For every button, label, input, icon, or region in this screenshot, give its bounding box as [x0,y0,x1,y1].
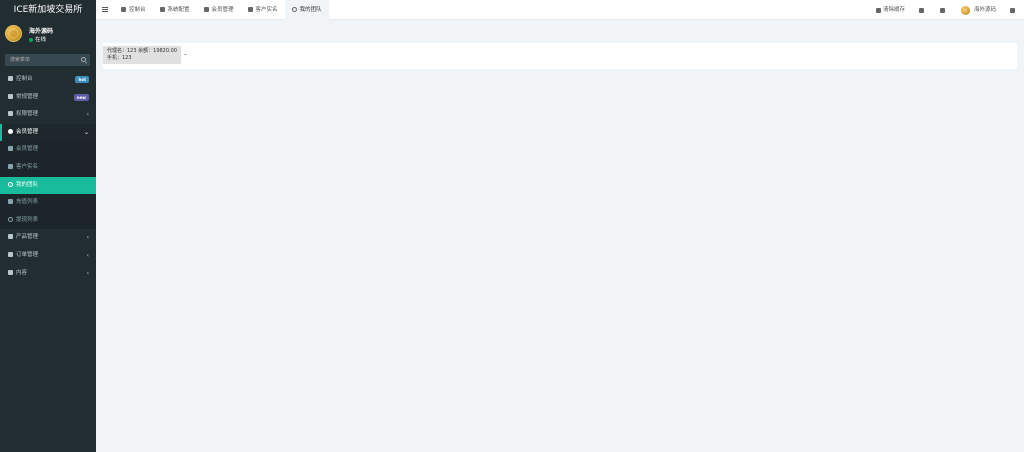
online-dot-icon [29,37,33,42]
sidebar-item-label: 常规管理 [16,93,39,100]
circle-icon [8,181,13,187]
sidebar-item-label: 会员管理 [16,128,39,135]
sidebar-item-general[interactable]: 常规管理 new [0,89,96,107]
user-icon [8,163,13,169]
circle-icon [8,216,13,222]
sidebar-item-orders[interactable]: 订单管理 ‹ [0,247,96,265]
sidebar-item-dashboard[interactable]: 控制台 hot [0,71,96,89]
sidebar-item-label: 订单管理 [16,251,39,258]
sidebar-item-content[interactable]: 内容 ‹ [0,265,96,283]
top-navbar: 控制台 系统配置 会员管理 客户实名 我的团队 清除缓存 海外源码 [96,0,1024,20]
chevron-left-icon: ‹ [86,251,89,259]
clear-cache-label: 清除缓存 [882,7,905,13]
user-icon [8,146,13,152]
sidebar-item-label: 控制台 [16,76,33,82]
settings-button[interactable] [1003,0,1024,20]
sidebar-item-label: 充值列表 [16,199,39,206]
nav-tabs: 控制台 系统配置 会员管理 客户实名 我的团队 [114,0,329,20]
tab-system-config[interactable]: 系统配置 [153,0,197,20]
tab-label: 客户实名 [255,7,278,13]
agent-balance-text: 代理名：123 余额：19820.00 [107,48,177,54]
sidebar-subitem-withdraw[interactable]: 提现列表 [0,211,96,230]
sidebar-item-label: 提现列表 [16,216,39,223]
team-info-box: 代理名：123 余额：19820.00 手机：123 [103,46,181,64]
user-icon [203,7,209,12]
avatar [960,5,970,15]
tab-label: 系统配置 [167,7,190,13]
cogs-icon [8,93,13,99]
hot-badge: hot [75,76,89,83]
tab-dashboard[interactable]: 控制台 [114,0,153,20]
new-badge: new [73,93,89,101]
search-icon[interactable] [81,57,86,62]
sidebar-subitem-real-name[interactable]: 客户实名 [0,158,96,177]
yen-icon [8,199,13,205]
sidebar-item-products[interactable]: 产品管理 ‹ [0,229,96,247]
sidebar-item-label: 内容 [16,269,28,276]
dashboard-icon [121,7,126,12]
sidebar-item-label: 会员管理 [16,146,39,153]
language-icon [918,7,924,13]
sidebar-submenu: 会员管理 客户实名 我的团队 充值列表 提现列表 [0,141,96,230]
fullscreen-button[interactable] [933,0,954,20]
sidebar-item-members[interactable]: 会员管理 ⌄ [0,123,96,142]
chevron-left-icon: ‹ [86,111,89,119]
tab-label: 控制台 [129,7,146,13]
chevron-left-icon: ‹ [86,269,89,277]
search-input[interactable] [5,54,77,66]
user-menu-name: 海外源码 [973,7,996,13]
sidebar-item-label: 产品管理 [16,234,39,241]
phone-text: 手机：123 [107,55,132,61]
sidebar-subitem-my-team[interactable]: 我的团队 [0,176,96,195]
user-icon [247,7,253,12]
tab-member-manage[interactable]: 会员管理 [197,0,241,20]
clear-cache-button[interactable]: 清除缓存 [869,0,912,20]
language-button[interactable] [912,0,933,20]
sidebar-subitem-recharge[interactable]: 充值列表 [0,194,96,212]
navbar-right: 清除缓存 海外源码 [869,0,1024,20]
product-icon [8,234,13,240]
user-panel: 海外源码 在线 [0,20,96,48]
chevron-down-icon: ⌄ [83,128,89,136]
dash-text: – [184,51,187,58]
cogs-icon [1010,7,1015,13]
gear-icon [159,7,165,12]
content-panel: 代理名：123 余额：19820.00 手机：123 – [103,43,1017,69]
user-status: 在线 [29,35,46,43]
tab-real-name[interactable]: 客户实名 [241,0,285,20]
order-icon [8,251,13,257]
sidebar-search [5,54,90,66]
trash-icon [875,7,881,13]
sidebar-item-label: 客户实名 [16,163,39,170]
tab-label: 会员管理 [211,7,234,13]
sidebar-item-permissions[interactable]: 权限管理 ‹ [0,106,96,124]
sidebar-subitem-member-manage[interactable]: 会员管理 [0,141,96,159]
dashboard-icon [8,76,13,81]
chevron-left-icon: ‹ [86,234,89,242]
content-icon [8,269,13,275]
group-icon [8,111,13,117]
sidebar-item-label: 权限管理 [16,111,39,118]
circle-icon [291,7,297,12]
menu-toggle-icon[interactable] [102,7,108,12]
sidebar-menu: 控制台 hot 常规管理 new 权限管理 ‹ 会员管理 ⌄ 会员管理 客户实名… [0,71,96,282]
fullscreen-icon [939,7,945,13]
user-menu[interactable]: 海外源码 [954,0,1003,20]
user-name: 海外源码 [29,28,54,35]
tab-label: 我的团队 [299,7,322,13]
user-status-text: 在线 [35,37,47,43]
avatar [5,25,22,42]
app-logo[interactable]: ICE新加坡交易所 [0,0,96,20]
tab-my-team[interactable]: 我的团队 [284,0,329,20]
sidebar: ICE新加坡交易所 海外源码 在线 控制台 hot 常规管理 new 权限管理 … [0,0,96,452]
user-circle-icon [8,128,13,134]
sidebar-item-label: 我的团队 [16,181,39,188]
